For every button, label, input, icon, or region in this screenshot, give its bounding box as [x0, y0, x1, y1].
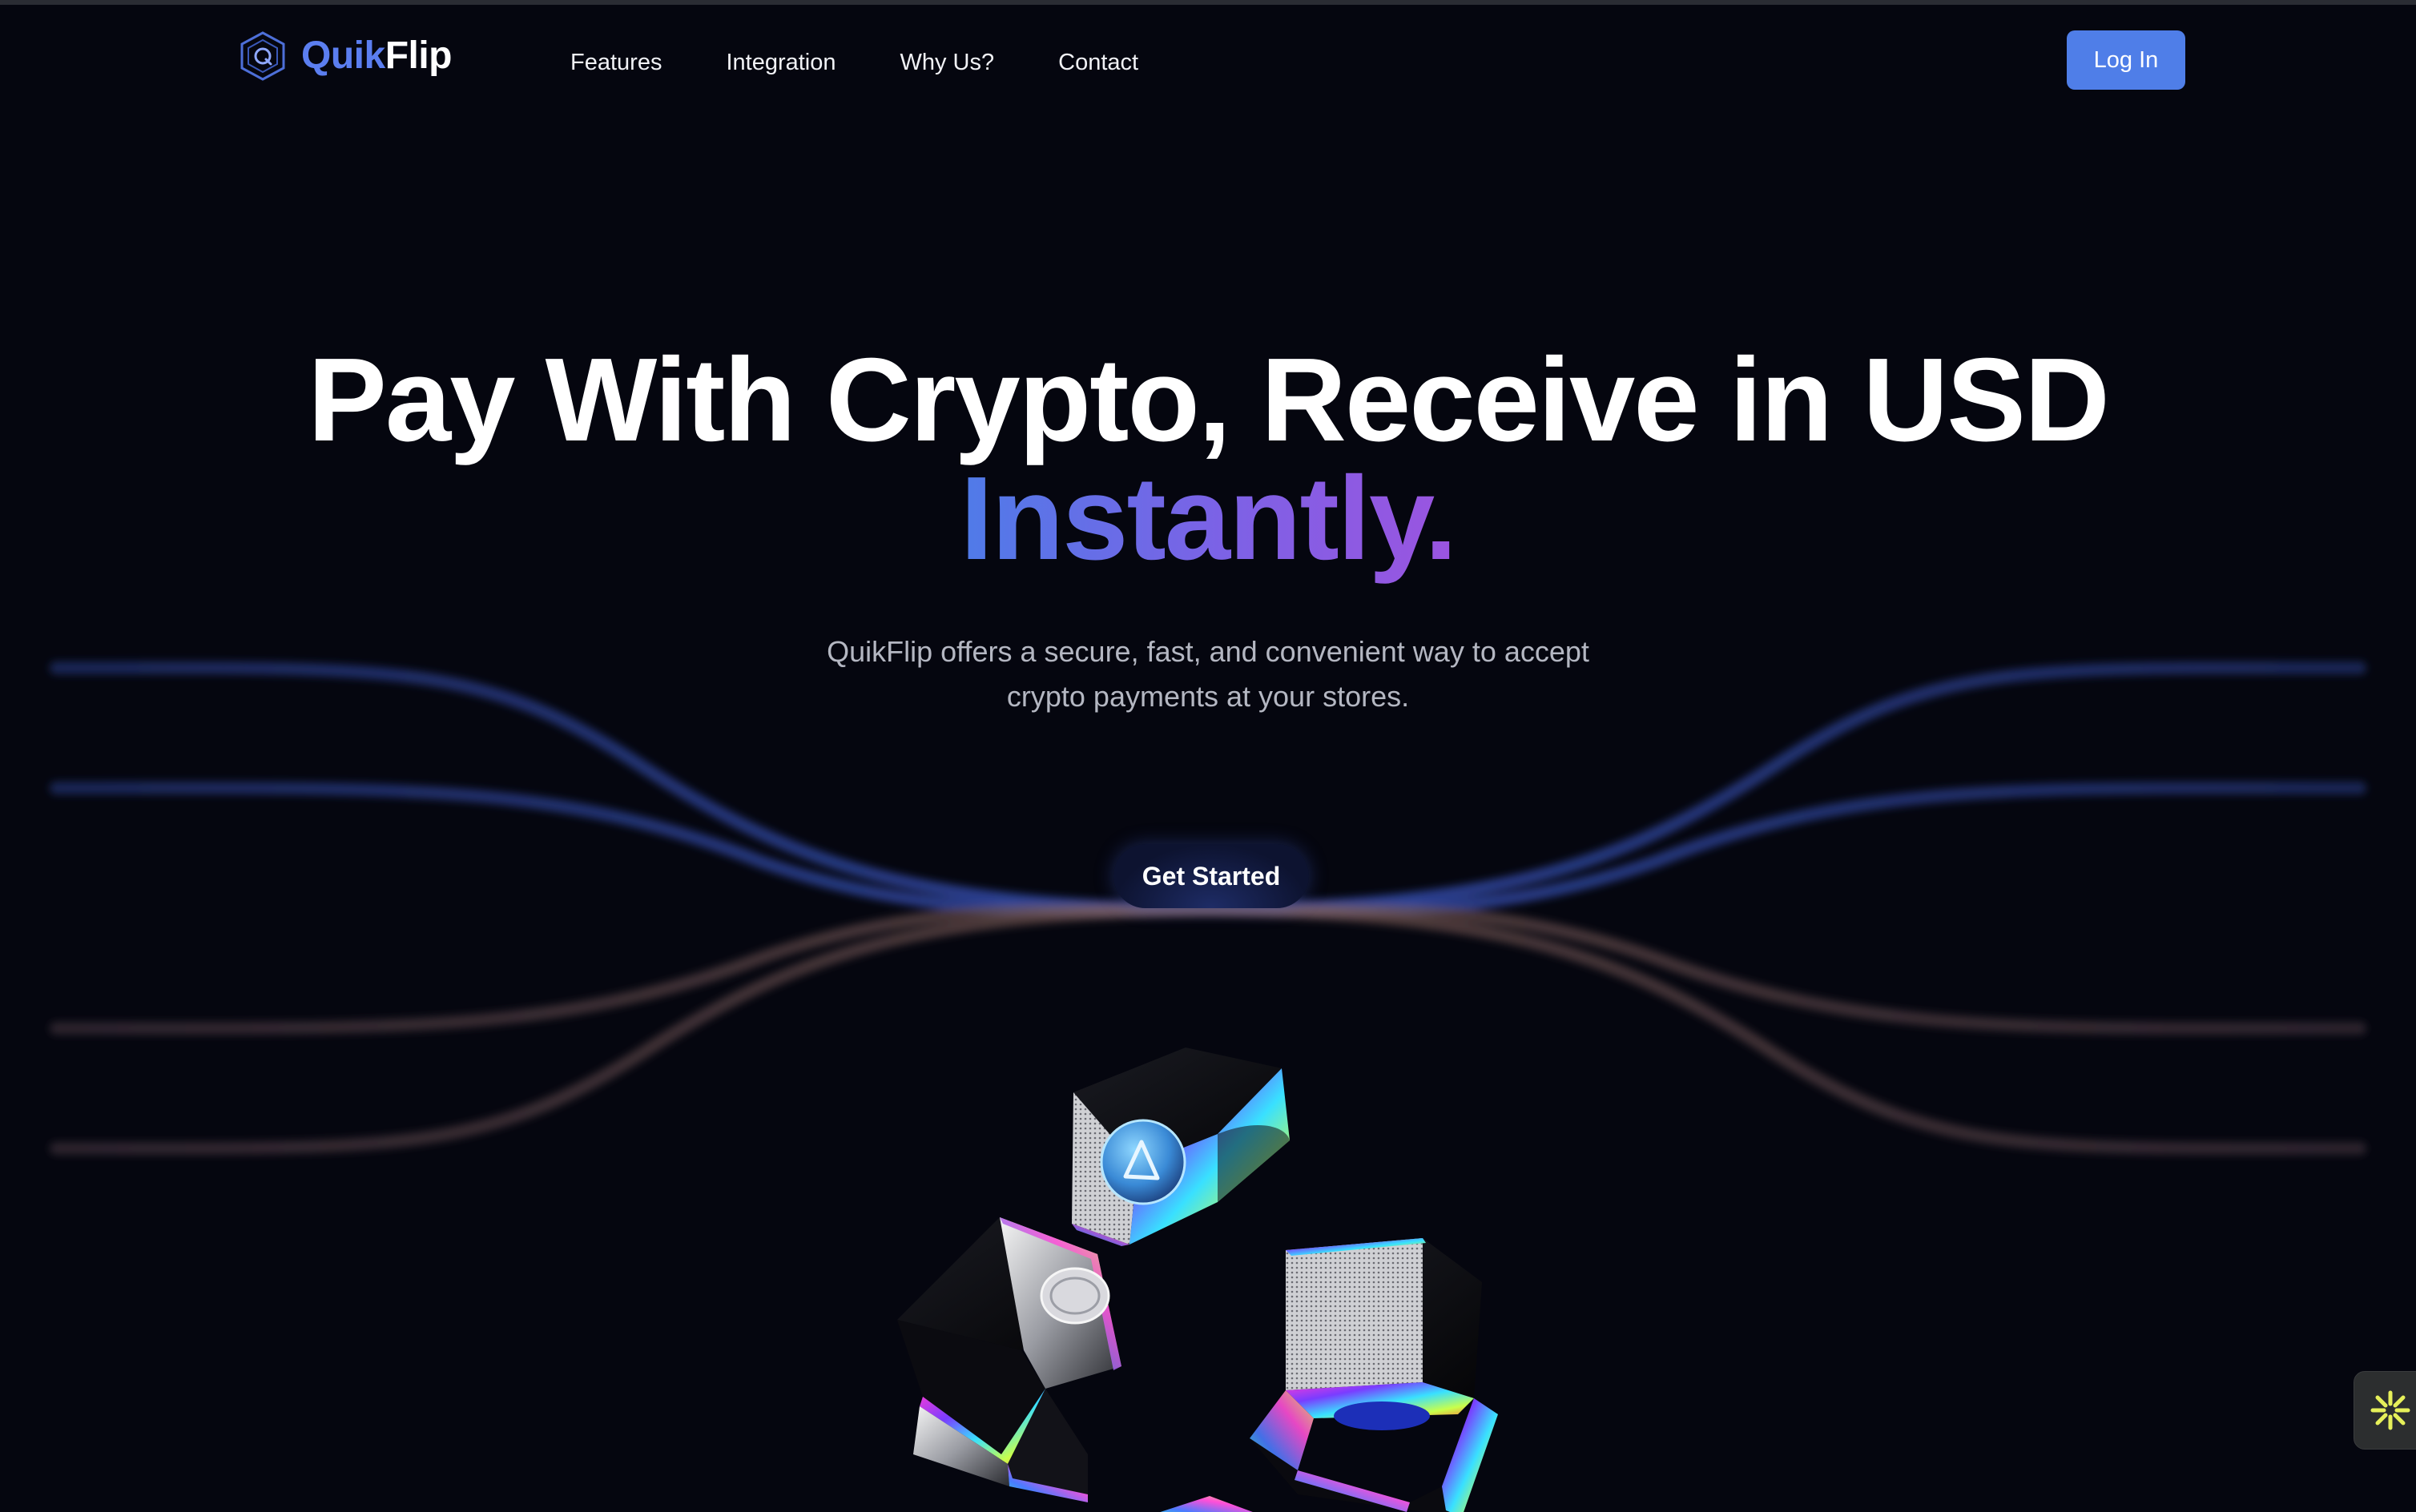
landing-page: QuikFlip Features Integration Why Us? Co… — [0, 0, 2416, 1512]
asterisk-burst-icon — [2370, 1390, 2410, 1430]
hero-subtitle: QuikFlip offers a secure, fast, and conv… — [767, 629, 1649, 719]
floating-help-widget[interactable] — [2354, 1371, 2416, 1450]
brand-name-part1: Quik — [301, 34, 385, 77]
login-button[interactable]: Log In — [2067, 30, 2185, 90]
hexagon-q-icon — [240, 31, 285, 81]
brand-name: QuikFlip — [301, 34, 453, 77]
hero-subtitle-line1: QuikFlip offers a secure, fast, and conv… — [827, 635, 1589, 668]
hero-subtitle-line2: crypto payments at your stores. — [1006, 680, 1410, 713]
top-nav: QuikFlip Features Integration Why Us? Co… — [0, 5, 2416, 117]
hero-title: Pay With Crypto, Receive in USD — [308, 334, 2110, 466]
nav-link-why-us[interactable]: Why Us? — [900, 46, 995, 78]
brand-name-part2: Flip — [385, 34, 453, 77]
get-started-button[interactable]: Get Started — [1113, 844, 1309, 908]
brand-logo[interactable]: QuikFlip — [239, 30, 453, 82]
cube-right — [1250, 1238, 1498, 1512]
cube-top — [1072, 1048, 1290, 1246]
crypto-cubes-illustration — [897, 1048, 1498, 1512]
cube-left — [897, 1217, 1121, 1502]
nav-link-integration[interactable]: Integration — [726, 46, 836, 78]
nav-link-features[interactable]: Features — [570, 46, 662, 78]
nav-link-contact[interactable]: Contact — [1058, 46, 1138, 78]
hero-title-accent-text: Instantly. — [960, 452, 1458, 585]
cube-bottom — [1160, 1496, 1253, 1512]
nav-links: Features Integration Why Us? Contact — [570, 46, 1138, 78]
hero-title-accent: Instantly. — [0, 460, 2416, 578]
